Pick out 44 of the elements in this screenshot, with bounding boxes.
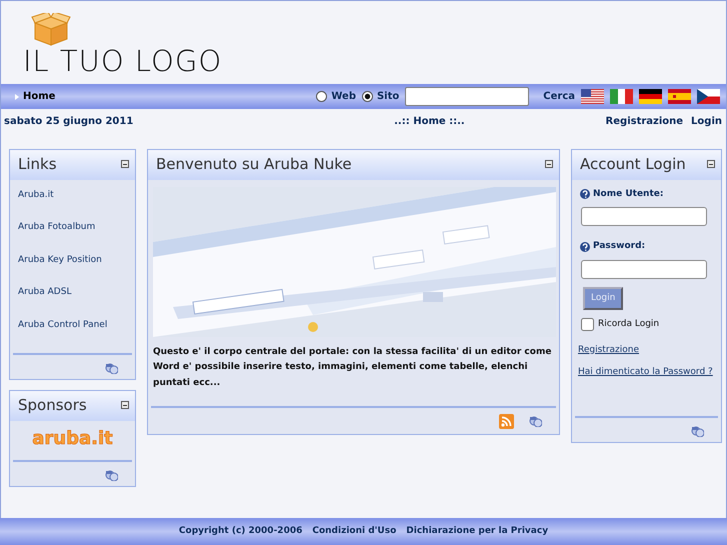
copyright-text: Copyright (c) 2000-2006 bbox=[178, 524, 302, 538]
body-text: Questo e' il corpo centrale del portale: con la stessa facilita' di un editor come Word e' possibile inserire testo, immagini, elementi come tabelle, elenchi puntati ecc... bbox=[152, 346, 552, 390]
logo-text: IL TUO LOGO bbox=[23, 47, 224, 76]
help-icon[interactable] bbox=[580, 242, 590, 252]
sidebar-link[interactable]: Aruba Fotoalbum bbox=[10, 212, 135, 244]
panel-title: Benvenuto su Aruba Nuke bbox=[156, 154, 352, 175]
flag-icon[interactable] bbox=[639, 89, 662, 104]
remember-checkbox[interactable] bbox=[581, 318, 594, 332]
radio-button[interactable] bbox=[362, 91, 373, 102]
radio-label: Web bbox=[331, 90, 356, 104]
date-text: sabato 25 giugno 2011 bbox=[4, 115, 134, 129]
username-field[interactable] bbox=[581, 207, 707, 226]
collapse-icon[interactable] bbox=[121, 401, 129, 410]
radio-button[interactable] bbox=[316, 91, 328, 102]
username-label: Nome Utente: bbox=[593, 188, 664, 200]
footer-link[interactable]: Condizioni d'Uso bbox=[312, 524, 396, 538]
header-link[interactable]: Registrazione bbox=[606, 114, 684, 149]
flag-icon[interactable] bbox=[581, 89, 604, 104]
account-link[interactable]: Registrazione bbox=[572, 344, 646, 366]
search-button[interactable]: Cerca bbox=[543, 89, 575, 104]
sidebar-link[interactable]: Aruba.it bbox=[10, 180, 135, 212]
account-link[interactable]: Hai dimenticato la Password ? bbox=[572, 366, 719, 388]
checkbox-label: Ricorda Login bbox=[598, 318, 660, 331]
search-field[interactable] bbox=[405, 87, 530, 106]
footer-link[interactable]: Dichiarazione per la Privacy bbox=[406, 524, 548, 538]
collapse-icon[interactable] bbox=[707, 160, 715, 168]
password-field[interactable] bbox=[581, 260, 707, 278]
sidebar-link[interactable]: Aruba Key Position bbox=[10, 244, 135, 277]
panel-title: Links bbox=[18, 154, 57, 175]
sidebar-link[interactable]: Aruba Control Panel bbox=[10, 310, 135, 342]
password-label: Password: bbox=[593, 240, 646, 253]
home-link[interactable]: Home bbox=[23, 89, 56, 104]
box-logo-icon bbox=[31, 13, 71, 47]
radio-label: Sito bbox=[376, 90, 400, 104]
header-link[interactable]: Login bbox=[691, 114, 722, 149]
help-icon[interactable] bbox=[580, 189, 590, 200]
collapse-icon[interactable] bbox=[121, 160, 129, 168]
arrow-icon bbox=[15, 94, 19, 100]
sidebar-link[interactable]: Aruba ADSL bbox=[10, 277, 135, 310]
panel-title: Sponsors bbox=[18, 395, 87, 416]
collapse-icon[interactable] bbox=[545, 160, 553, 168]
flag-icon[interactable] bbox=[697, 89, 720, 104]
panel-title: Account Login bbox=[580, 154, 686, 175]
breadcrumb-link[interactable]: ..:: Home ::.. bbox=[394, 114, 465, 149]
